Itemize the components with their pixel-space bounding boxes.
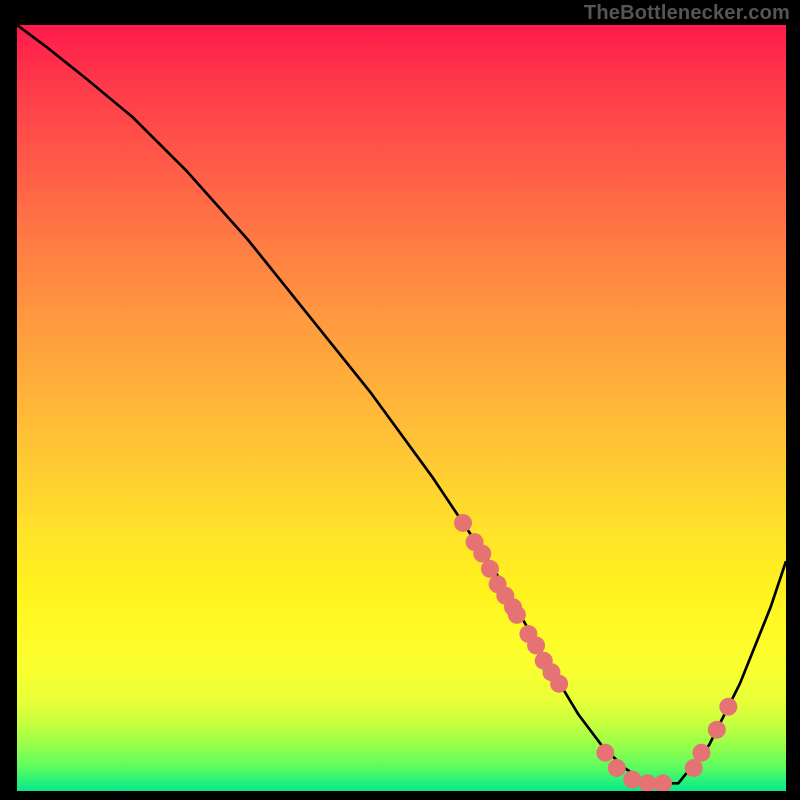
curve-marker: [719, 698, 737, 716]
curve-marker: [454, 514, 472, 532]
plot-area: [17, 25, 786, 791]
curve-marker: [654, 774, 672, 791]
curve-markers: [454, 514, 737, 791]
curve-marker: [623, 771, 641, 789]
curve-marker: [608, 759, 626, 777]
attribution-label: TheBottlenecker.com: [584, 2, 790, 25]
curve-marker: [685, 759, 703, 777]
curve-marker: [692, 744, 710, 762]
chart-overlay: [17, 25, 786, 791]
curve-marker: [473, 545, 491, 563]
curve-marker: [527, 636, 545, 654]
curve-marker: [550, 675, 568, 693]
curve-marker: [708, 721, 726, 739]
curve-marker: [481, 560, 499, 578]
bottleneck-curve: [17, 25, 786, 783]
chart-stage: TheBottlenecker.com: [0, 0, 800, 800]
curve-marker: [508, 606, 526, 624]
curve-marker: [596, 744, 614, 762]
curve-marker: [639, 774, 657, 791]
